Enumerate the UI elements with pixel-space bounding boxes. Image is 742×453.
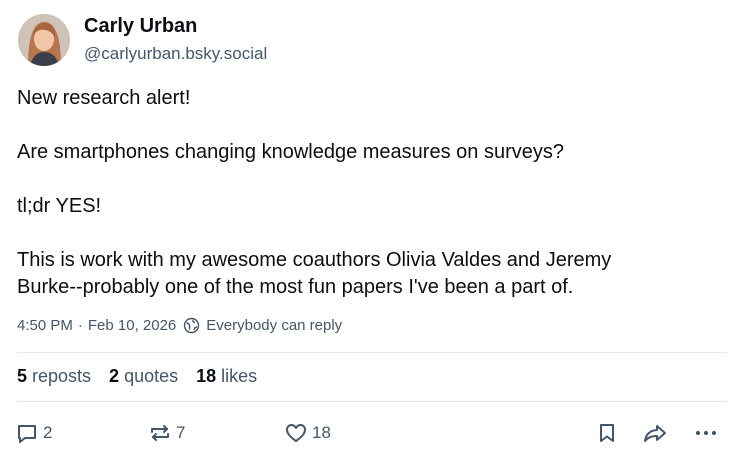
like-count: 18 [312,423,331,442]
post-thread-item: Carly Urban @carlyurban.bsky.social New … [0,0,742,453]
post-paragraph: tl;dr YES! [17,195,102,217]
divider [17,352,727,353]
globe-icon [183,317,200,334]
likes-stat-link[interactable]: 18 likes [196,366,257,387]
repost-button[interactable]: 7 [148,420,185,446]
reposts-label: reposts [32,366,92,386]
post-paragraph: This is work with my awesome coauthors O… [17,249,612,271]
bookmark-icon [600,424,614,442]
author-display-name[interactable]: Carly Urban [84,15,197,38]
post-paragraph-line: Burke--probably one of the most fun pape… [17,276,574,298]
repost-icon [151,425,169,441]
reply-icon [18,425,36,443]
post-paragraph: Are smartphones changing knowledge measu… [17,141,564,163]
reply-button[interactable]: 2 [15,420,52,446]
more-options-button[interactable] [693,420,719,446]
likes-label: likes [221,366,258,386]
author-handle[interactable]: @carlyurban.bsky.social [84,44,267,64]
share-button[interactable] [642,420,668,446]
bookmark-button[interactable] [595,420,619,446]
heart-icon [286,424,306,442]
meta-separator: · [77,317,83,334]
post-time: 4:50 PM [17,317,73,334]
share-icon [644,425,666,442]
reposts-stat-link[interactable]: 5 reposts [17,366,91,387]
post-text: New research alert! Are smartphones chan… [17,85,727,301]
post-meta: 4:50 PM · Feb 10, 2026 Everybody can rep… [17,317,342,334]
reply-setting-link[interactable]: Everybody can reply [206,317,342,334]
repost-count: 7 [176,423,186,442]
reposts-count: 5 [17,366,28,386]
post-paragraph: New research alert! [17,87,191,109]
profile-photo [18,14,70,66]
more-icon [695,430,717,436]
quotes-label: quotes [124,366,179,386]
divider [17,401,727,402]
reply-count: 2 [43,423,53,442]
quotes-stat-link[interactable]: 2 quotes [109,366,178,387]
like-button[interactable]: 18 [284,420,331,446]
avatar[interactable] [18,14,70,66]
post-date: Feb 10, 2026 [87,317,177,334]
engagement-stats: 5 reposts 2 quotes 18 likes [17,366,275,387]
quotes-count: 2 [109,366,120,386]
likes-count: 18 [196,366,217,386]
